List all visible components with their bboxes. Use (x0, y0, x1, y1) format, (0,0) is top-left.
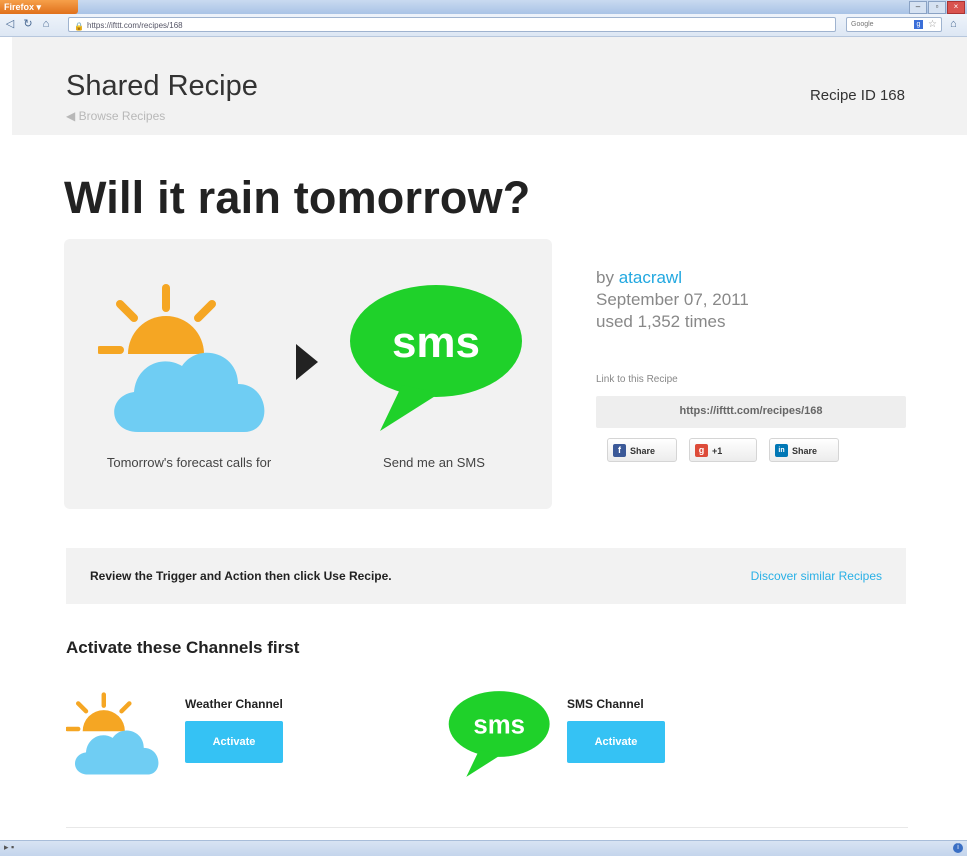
sms-icon: sms (448, 691, 550, 777)
browser-navbar: ◁ ↻ ⌂ 🔒 https://ifttt.com/recipes/168 Go… (0, 14, 967, 37)
link-label: Link to this Recipe (596, 374, 678, 385)
author-prefix: by (596, 268, 619, 287)
review-instructions: Review the Trigger and Action then click… (90, 569, 392, 583)
linkedin-icon: in (775, 444, 788, 457)
address-url: https://ifttt.com/recipes/168 (87, 21, 183, 30)
browser-titlebar: Firefox ▾ – ▫ × (0, 0, 967, 14)
reload-icon[interactable]: ↻ (22, 18, 34, 30)
recipe-meta: by atacrawl September 07, 2011 used 1,35… (596, 267, 749, 333)
weather-channel-name: Weather Channel (185, 697, 283, 711)
recipe-id: Recipe ID 168 (809, 87, 905, 104)
recipe-date: September 07, 2011 (596, 290, 749, 309)
home-icon[interactable]: ⌂ (40, 18, 52, 30)
activate-weather-button[interactable]: Activate (185, 721, 283, 763)
review-bar: Review the Trigger and Action then click… (66, 548, 906, 604)
recipe-headline: Will it rain tomorrow? (64, 172, 531, 223)
linkedin-share-label: Share (792, 446, 818, 456)
google-plus-label: +1 (712, 446, 723, 456)
bookmark-star-icon[interactable]: ☆ (928, 18, 937, 31)
facebook-icon: f (613, 444, 626, 457)
sms-icon-text: sms (392, 318, 480, 367)
status-indicator-icon: ▸ ▪ (4, 842, 15, 852)
firefox-menu-button[interactable]: Firefox ▾ (0, 0, 78, 14)
lock-icon: 🔒 (74, 22, 84, 31)
page-title: Shared Recipe (66, 70, 258, 102)
address-bar[interactable]: 🔒 https://ifttt.com/recipes/168 (68, 17, 836, 32)
facebook-share-label: Share (630, 446, 656, 456)
page-header: Shared Recipe ◀ Browse Recipes Recipe ID… (12, 37, 967, 135)
author-line: by atacrawl (596, 267, 749, 289)
facebook-share-button[interactable]: f Share (607, 438, 677, 462)
recipe-card: sms Tomorrow's forecast calls for Send m… (64, 239, 552, 509)
weather-icon[interactable] (98, 284, 278, 434)
maximize-button[interactable]: ▫ (928, 1, 946, 14)
weather-icon (66, 692, 159, 775)
sms-icon[interactable]: sms (344, 283, 524, 433)
window-controls: – ▫ × (909, 1, 965, 14)
trigger-caption: Tomorrow's forecast calls for (106, 455, 272, 470)
action-caption: Send me an SMS (383, 455, 485, 470)
browse-recipes-link[interactable]: ◀ Browse Recipes (66, 109, 165, 123)
browser-statusbar: ▸ ▪ i (0, 840, 967, 856)
addon-icon[interactable]: i (953, 843, 963, 853)
discover-similar-link[interactable]: Discover similar Recipes (751, 569, 882, 583)
sms-channel-icon-text: sms (473, 711, 525, 739)
linkedin-share-button[interactable]: in Share (769, 438, 839, 462)
recipe-usage: used 1,352 times (596, 312, 726, 331)
activate-sms-button[interactable]: Activate (567, 721, 665, 763)
home-button-icon[interactable]: ⌂ (950, 18, 957, 30)
play-arrow-icon (296, 344, 318, 380)
back-icon[interactable]: ◁ (4, 18, 16, 30)
search-engine-label: Google (851, 21, 874, 28)
google-plus-button[interactable]: g +1 (689, 438, 757, 462)
google-plus-icon: g (695, 444, 708, 457)
author-link[interactable]: atacrawl (619, 268, 682, 287)
minimize-button[interactable]: – (909, 1, 927, 14)
google-icon[interactable]: g (914, 20, 923, 29)
search-input[interactable]: Google g ☆ (846, 17, 942, 32)
footer-divider (66, 827, 908, 828)
sms-channel-name: SMS Channel (567, 697, 644, 711)
channels-title: Activate these Channels first (66, 638, 300, 657)
close-window-button[interactable]: × (947, 1, 965, 14)
recipe-link-field[interactable]: https://ifttt.com/recipes/168 (596, 396, 906, 428)
